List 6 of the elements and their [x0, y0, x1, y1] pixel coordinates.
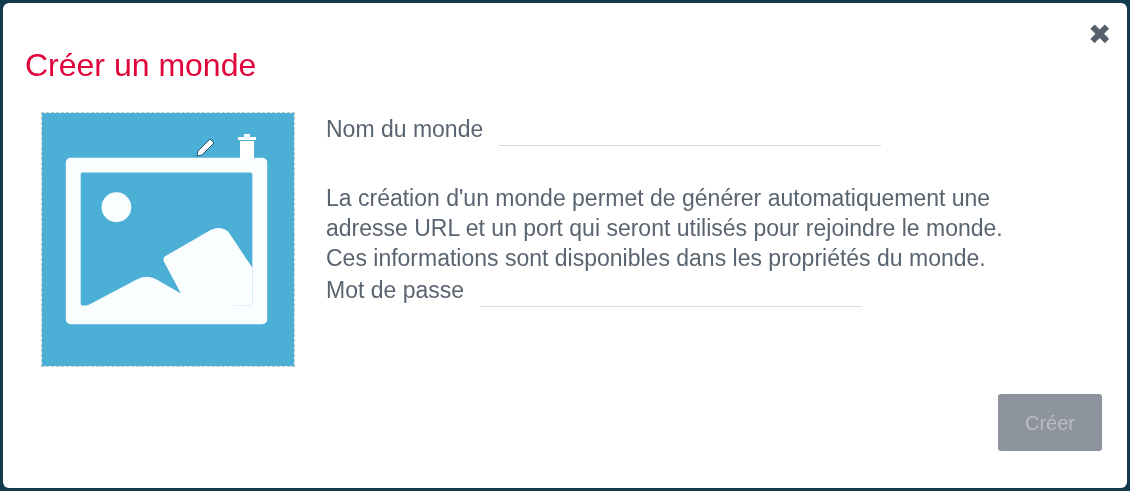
- dialog-title: Créer un monde: [25, 46, 258, 85]
- description-text: La création d'un monde permet de générer automatiquement une adresse URL et un port qui seront utilisés pour rejoindre le monde. Ces informations sont disponibles dans les propriétés du monde.: [326, 183, 1004, 273]
- trash-icon[interactable]: [237, 134, 257, 158]
- field-label: Nom du monde: [326, 115, 484, 144]
- field-label: Mot de passe: [326, 275, 465, 305]
- close-button[interactable]: ✖: [1088, 21, 1111, 49]
